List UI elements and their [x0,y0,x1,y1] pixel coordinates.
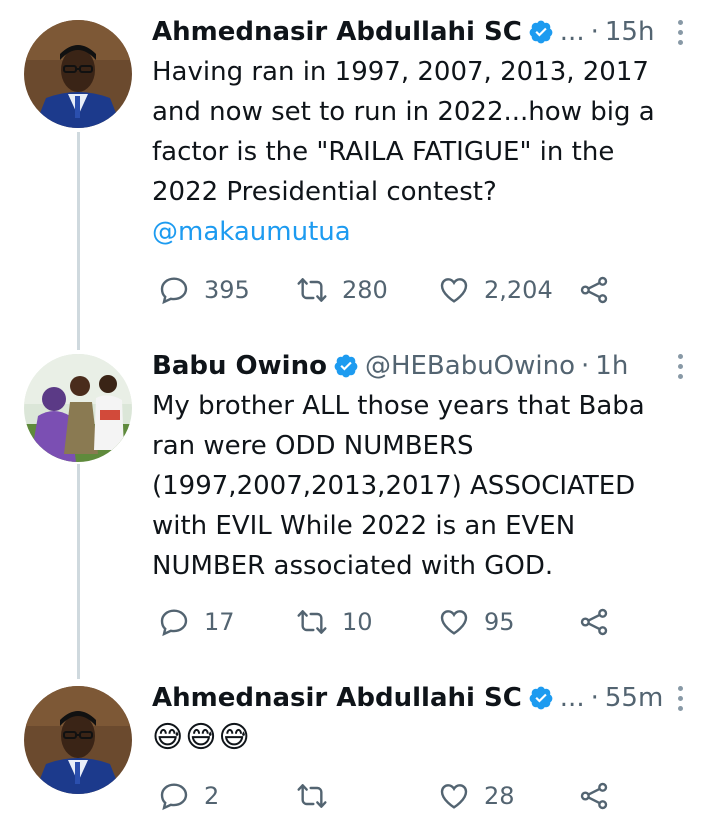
share-icon [580,782,608,810]
retweet-icon [297,610,327,634]
tweet-header: Ahmednasir Abdullahi SC ... · 15h [152,12,680,52]
tweet-3[interactable]: Ahmednasir Abdullahi SC ... · 55m 😅😅😅 2 … [0,672,720,836]
tweet-actions: 395 280 2,204 [152,270,632,310]
author-handle[interactable]: ... [560,17,585,47]
share-button[interactable] [578,602,624,642]
verified-badge-icon [528,685,554,711]
reply-button[interactable]: 17 [158,602,235,642]
reply-button[interactable]: 2 [158,776,219,816]
reply-icon [160,277,188,305]
retweet-button[interactable]: 10 [296,602,373,642]
like-icon [440,784,468,809]
tweet-header: Babu Owino @HEBabuOwino · 1h [152,346,680,386]
author-handle[interactable]: @HEBabuOwino [365,351,575,381]
author-name[interactable]: Ahmednasir Abdullahi SC [152,683,522,713]
share-button[interactable] [578,776,624,816]
avatar[interactable] [24,686,132,794]
separator-dot: · [590,683,599,713]
retweet-icon [297,278,327,302]
tweet-actions: 2 28 [152,776,632,816]
reply-icon [160,783,188,811]
timestamp[interactable]: 15h [605,17,655,47]
reply-count: 2 [204,782,220,810]
more-dots-icon[interactable] [670,12,690,52]
tweet-text-line: ran were ODD NUMBERS [152,431,474,461]
mention-link[interactable]: @makaumutua [152,212,682,252]
tweet-text-line: 2022 Presidential contest? [152,177,497,207]
tweet-text-line: (1997,2007,2013,2017) ASSOCIATED [152,471,636,501]
tweet-actions: 17 10 95 [152,602,632,642]
like-icon [440,610,468,635]
like-button[interactable]: 28 [438,776,515,816]
retweet-count: 10 [342,608,373,636]
verified-badge-icon [333,353,359,379]
separator-dot: · [581,351,590,381]
reply-count: 17 [204,608,235,636]
share-button[interactable] [578,270,624,310]
separator-dot: · [590,17,599,47]
tweet-text-line: Having ran in 1997, 2007, 2013, 2017 [152,57,649,87]
like-count: 95 [484,608,515,636]
reply-count: 395 [204,276,250,304]
retweet-icon [297,784,327,808]
retweet-count: 280 [342,276,388,304]
timestamp[interactable]: 55m [605,683,663,713]
like-count: 2,204 [484,276,553,304]
author-name[interactable]: Babu Owino [152,351,327,381]
tweet-text-line: factor is the "RAILA FATIGUE" in the [152,137,615,167]
tweet-2[interactable]: Babu Owino @HEBabuOwino · 1h My brother … [0,336,720,672]
reply-icon [160,609,188,637]
like-button[interactable]: 95 [438,602,515,642]
tweet-text-line: NUMBER associated with GOD. [152,551,554,581]
like-count: 28 [484,782,515,810]
tweet-text-line: with EVIL While 2022 is an EVEN [152,511,576,541]
timestamp[interactable]: 1h [595,351,628,381]
verified-badge-icon [528,19,554,45]
tweet-text: My brother ALL those years that Baba ran… [152,386,682,586]
retweet-button[interactable] [296,776,342,816]
author-handle[interactable]: ... [560,683,585,713]
tweet-text-line: and now set to run in 2022...how big a [152,97,655,127]
like-icon [440,278,468,303]
more-dots-icon[interactable] [670,346,690,386]
tweet-text-line: My brother ALL those years that Baba [152,391,645,421]
author-name[interactable]: Ahmednasir Abdullahi SC [152,17,522,47]
avatar[interactable] [24,20,132,128]
reply-button[interactable]: 395 [158,270,250,310]
tweet-1[interactable]: Ahmednasir Abdullahi SC ... · 15h Having… [0,0,720,336]
tweet-text: Having ran in 1997, 2007, 2013, 2017 and… [152,52,682,252]
tweet-text: 😅😅😅 [152,718,682,758]
share-icon [580,276,608,304]
like-button[interactable]: 2,204 [438,270,553,310]
tweet-emoji: 😅😅😅 [152,720,252,755]
retweet-button[interactable]: 280 [296,270,388,310]
share-icon [580,608,608,636]
tweet-header: Ahmednasir Abdullahi SC ... · 55m [152,678,680,718]
avatar[interactable] [24,354,132,462]
more-dots-icon[interactable] [670,678,690,718]
